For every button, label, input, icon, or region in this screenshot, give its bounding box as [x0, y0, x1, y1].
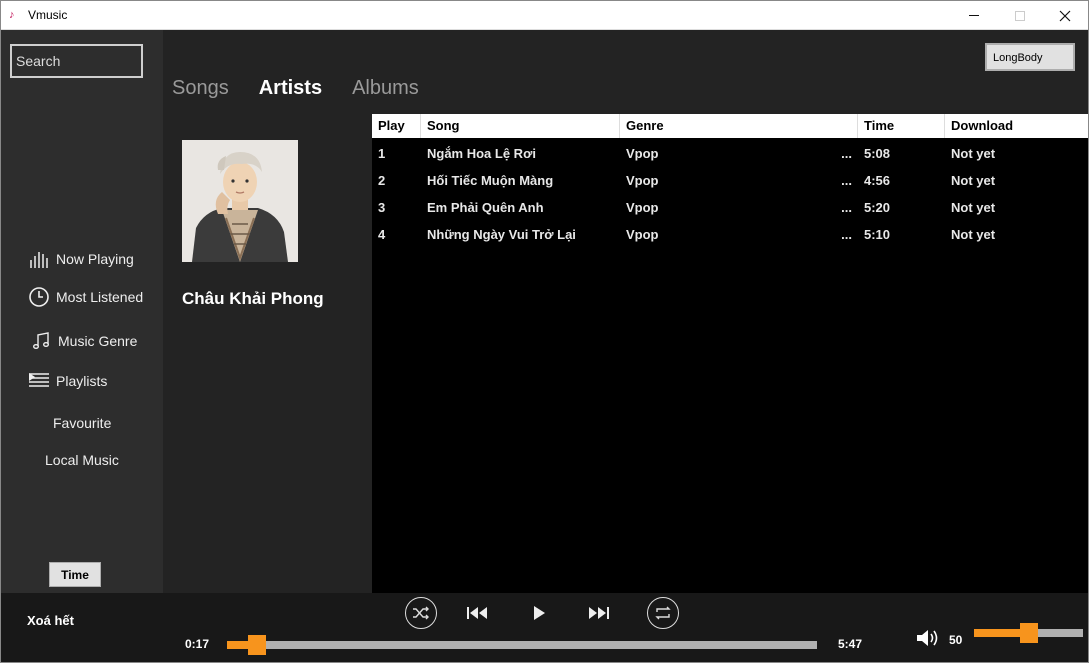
table-row[interactable]: 4 Những Ngày Vui Trở Lại Vpop... 5:10 No… — [372, 221, 1088, 248]
main-content: Songs Artists Albums LongBody Châu Khải … — [163, 30, 1088, 593]
minimize-button[interactable] — [951, 1, 997, 30]
download-status: Not yet — [951, 227, 996, 242]
genre-text: Vpop — [626, 200, 659, 215]
songs-table: Play Song Genre Time Download 1 Ngắm Hoa… — [372, 114, 1088, 593]
account-button[interactable]: LongBody — [985, 43, 1075, 71]
playlist-icon — [28, 370, 50, 392]
download-status: Not yet — [951, 173, 996, 188]
seek-bar[interactable] — [227, 635, 817, 655]
genre-ellipsis: ... — [841, 227, 852, 242]
clear-all-button[interactable]: Xoá hết — [27, 613, 74, 628]
tab-bar: Songs Artists Albums — [172, 77, 449, 100]
search-input[interactable] — [12, 46, 141, 76]
table-row[interactable]: 3 Em Phải Quên Anh Vpop... 5:20 Not yet — [372, 194, 1088, 221]
volume-value: 50 — [949, 633, 963, 647]
genre-ellipsis: ... — [841, 200, 852, 215]
song-genre: Vpop... — [620, 221, 858, 248]
seek-bar-thumb[interactable] — [248, 635, 266, 655]
song-time: 5:08 — [864, 146, 891, 161]
genre-text: Vpop — [626, 146, 659, 161]
row-number: 2 — [378, 173, 386, 188]
app-logo-icon: ♪ — [9, 9, 15, 21]
artist-name: Châu Khải Phong — [182, 289, 324, 308]
download-status: Not yet — [951, 146, 996, 161]
volume-slider[interactable] — [974, 623, 1083, 643]
tab-songs[interactable]: Songs — [172, 77, 229, 100]
song-genre: Vpop... — [620, 140, 858, 167]
volume-icon[interactable] — [915, 627, 941, 649]
sidebar-item-label: Now Playing — [56, 251, 134, 267]
title-bar: ♪ Vmusic — [1, 1, 1088, 30]
player-bar: Xoá hết 0:17 5:47 50 — [1, 593, 1088, 662]
shuffle-button[interactable] — [405, 597, 437, 629]
genre-text: Vpop — [626, 227, 659, 242]
time-button[interactable]: Time — [49, 562, 101, 587]
song-genre: Vpop... — [620, 167, 858, 194]
close-icon — [1059, 10, 1071, 21]
repeat-icon — [655, 606, 671, 620]
tab-albums[interactable]: Albums — [352, 77, 419, 100]
music-note-icon — [30, 330, 52, 352]
app-window: ♪ Vmusic Now Playing Most Listened — [0, 0, 1089, 663]
sidebar-item-most-listened[interactable]: Most Listened — [28, 286, 143, 308]
column-header-time[interactable]: Time — [858, 114, 945, 138]
sidebar-item-favourite[interactable]: Favourite — [53, 415, 111, 431]
play-icon — [534, 606, 545, 620]
sidebar-item-label: Favourite — [53, 415, 112, 431]
row-number: 4 — [378, 227, 386, 242]
sidebar-item-label: Local Music — [45, 452, 119, 468]
song-title: Ngắm Hoa Lệ Rơi — [427, 146, 536, 161]
song-title: Hối Tiếc Muộn Màng — [427, 173, 554, 188]
genre-ellipsis: ... — [841, 173, 852, 188]
play-button[interactable] — [527, 601, 551, 625]
song-genre: Vpop... — [620, 194, 858, 221]
song-title: Những Ngày Vui Trở Lại — [427, 227, 576, 242]
download-status: Not yet — [951, 200, 996, 215]
previous-icon — [467, 607, 487, 619]
volume-slider-thumb[interactable] — [1020, 623, 1038, 643]
sidebar-item-label: Most Listened — [56, 289, 144, 305]
close-button[interactable] — [1042, 1, 1088, 30]
song-time: 5:10 — [864, 227, 891, 242]
previous-button[interactable] — [465, 601, 491, 625]
sidebar-item-now-playing[interactable]: Now Playing — [28, 248, 134, 270]
genre-ellipsis: ... — [841, 146, 852, 161]
window-title: Vmusic — [28, 8, 68, 22]
song-time: 5:20 — [864, 200, 891, 215]
minimize-icon — [969, 15, 979, 16]
repeat-button[interactable] — [647, 597, 679, 629]
song-title: Em Phải Quên Anh — [427, 200, 544, 215]
sidebar: Now Playing Most Listened Music Genre Pl… — [1, 30, 163, 593]
sidebar-item-local-music[interactable]: Local Music — [45, 452, 119, 468]
next-icon — [589, 607, 609, 619]
row-number: 1 — [378, 146, 386, 161]
genre-text: Vpop — [626, 173, 659, 188]
column-header-song[interactable]: Song — [421, 114, 620, 138]
sidebar-item-music-genre[interactable]: Music Genre — [30, 330, 137, 352]
row-number: 3 — [378, 200, 386, 215]
total-time: 5:47 — [838, 637, 863, 651]
sidebar-item-label: Playlists — [56, 373, 108, 389]
table-row[interactable]: 1 Ngắm Hoa Lệ Rơi Vpop... 5:08 Not yet — [372, 140, 1088, 167]
table-header: Play Song Genre Time Download — [372, 114, 1088, 138]
shuffle-icon — [413, 606, 429, 620]
tab-artists[interactable]: Artists — [259, 77, 322, 100]
sidebar-item-playlists[interactable]: Playlists — [28, 370, 107, 392]
maximize-icon — [1015, 10, 1025, 21]
clock-icon — [28, 286, 50, 308]
column-header-play[interactable]: Play — [372, 114, 421, 138]
search-box[interactable] — [10, 44, 143, 78]
artist-photo — [182, 140, 298, 262]
maximize-button[interactable] — [997, 1, 1043, 30]
song-time: 4:56 — [864, 173, 891, 188]
current-time: 0:17 — [185, 637, 210, 651]
next-button[interactable] — [585, 601, 611, 625]
column-header-download[interactable]: Download — [945, 114, 1088, 138]
table-body: 1 Ngắm Hoa Lệ Rơi Vpop... 5:08 Not yet 2… — [372, 140, 1088, 248]
table-row[interactable]: 2 Hối Tiếc Muộn Màng Vpop... 4:56 Not ye… — [372, 167, 1088, 194]
sidebar-item-label: Music Genre — [58, 333, 138, 349]
bars-icon — [28, 248, 50, 270]
column-header-genre[interactable]: Genre — [620, 114, 858, 138]
